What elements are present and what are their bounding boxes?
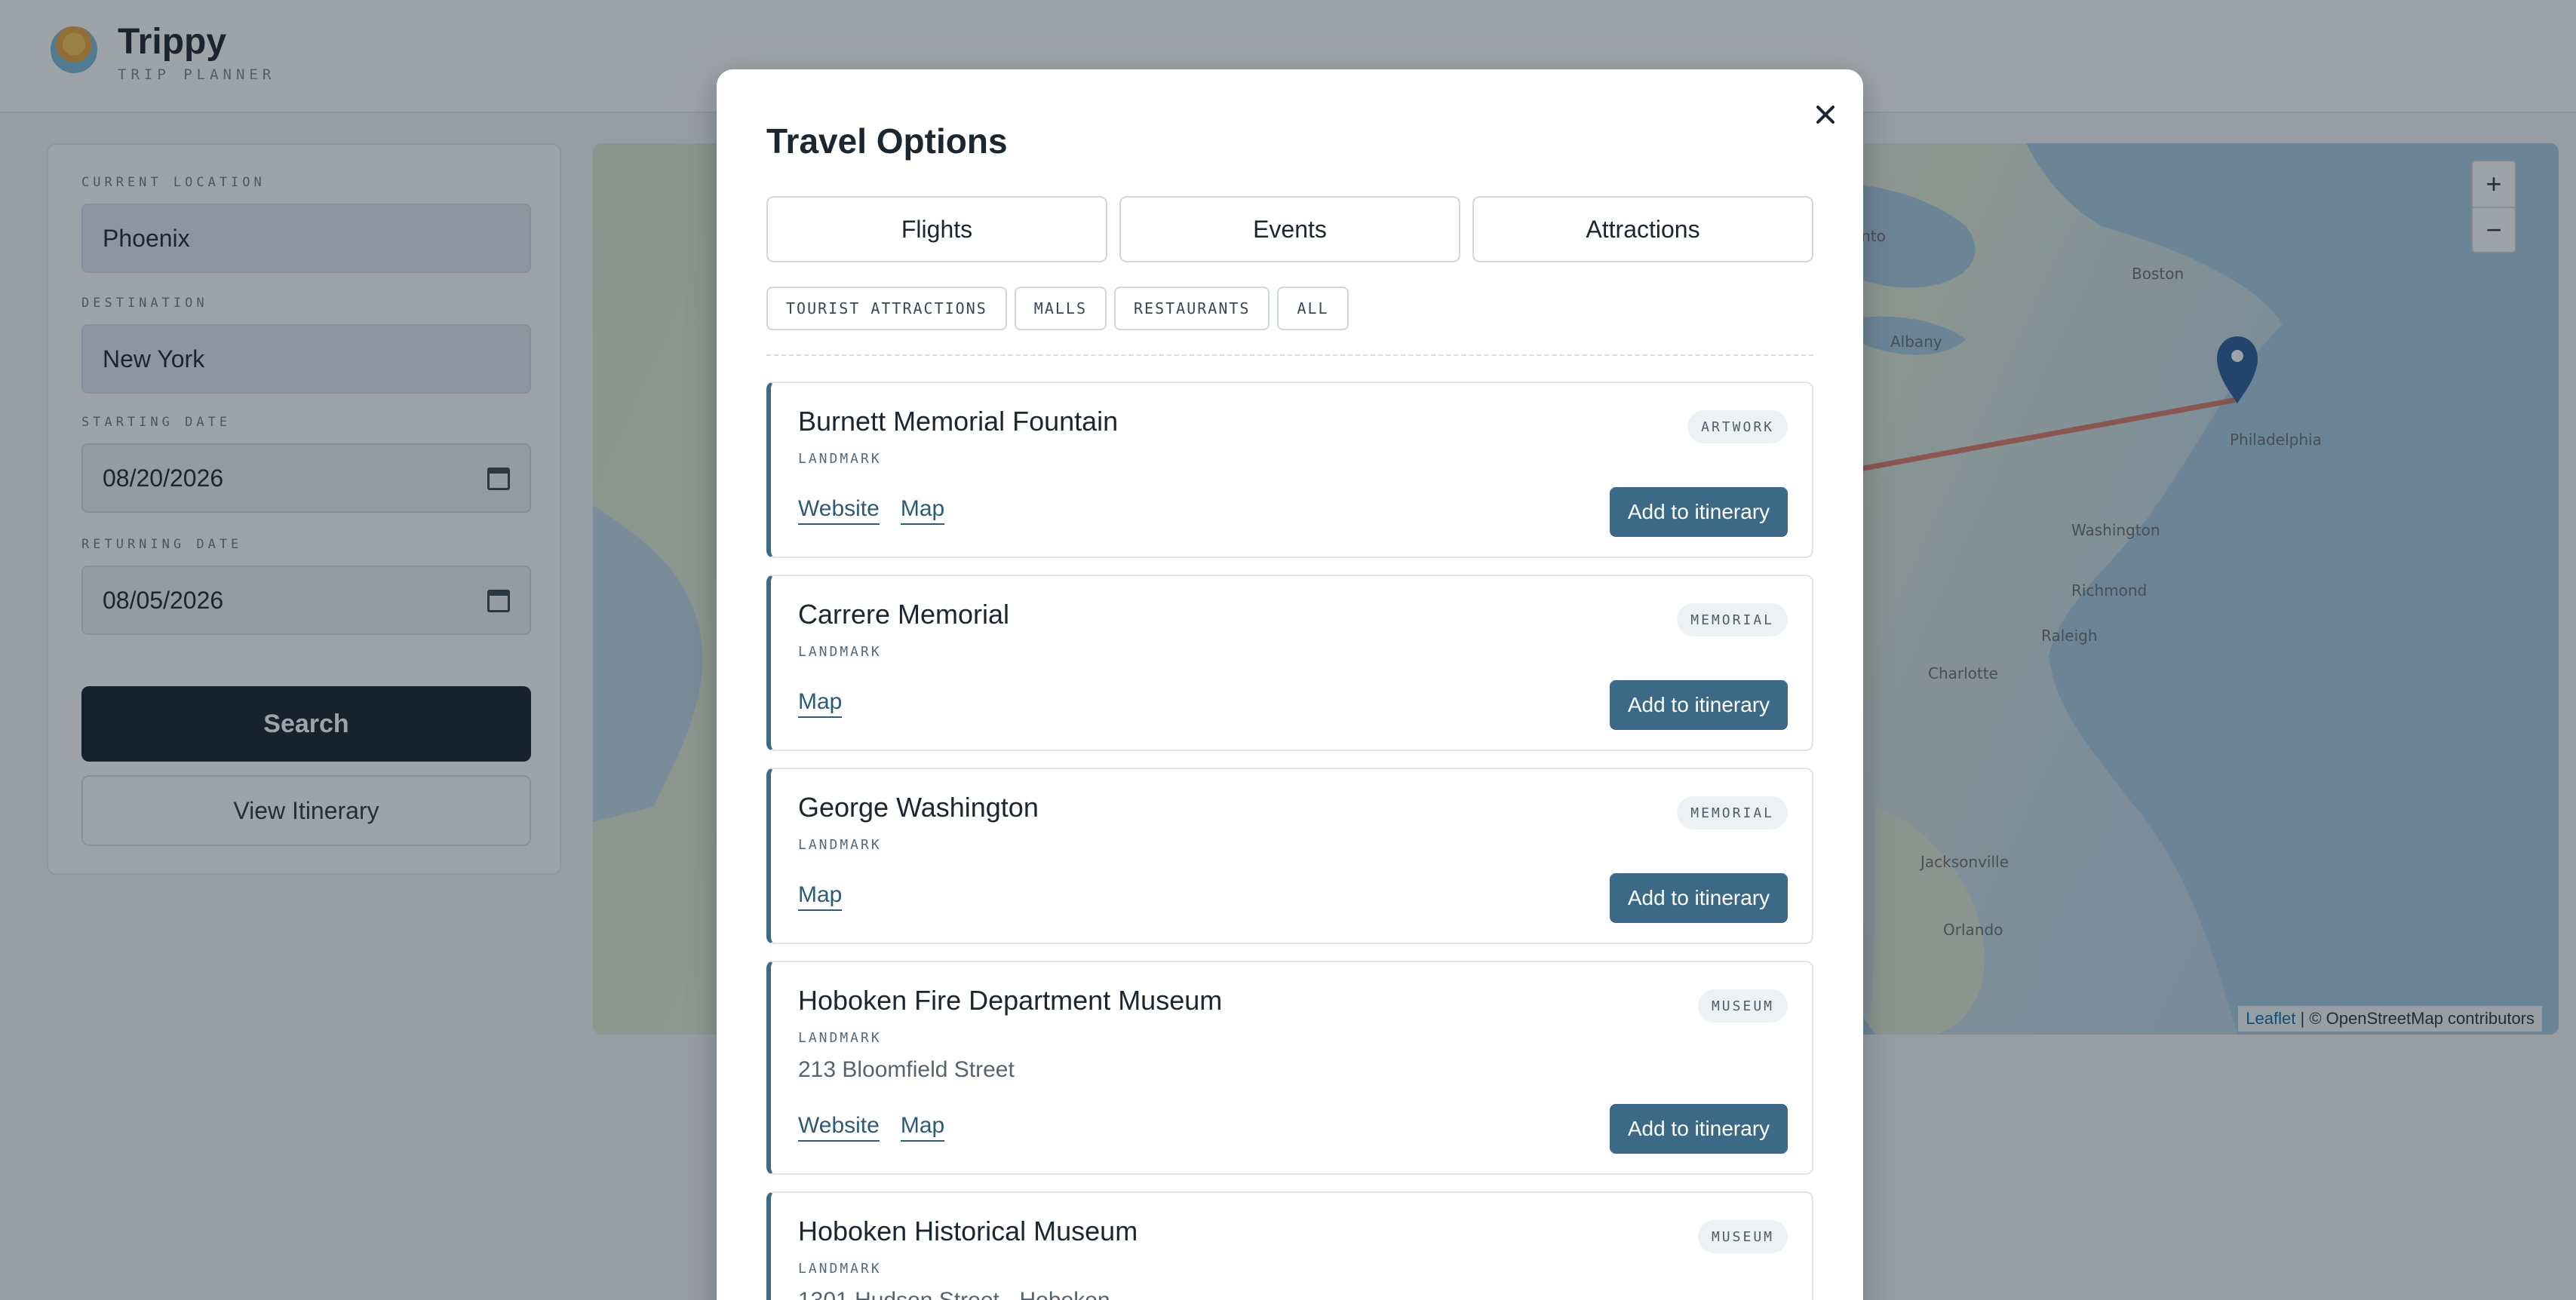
- attraction-category: LANDMARK: [798, 451, 882, 467]
- attraction-card: Carrere Memorial LANDMARK MEMORIAL Map A…: [766, 575, 1813, 751]
- option-tabs: Flights Events Attractions: [766, 196, 1813, 262]
- website-link[interactable]: Website: [798, 1113, 880, 1142]
- attraction-card: Hoboken Historical Museum LANDMARK 1301 …: [766, 1191, 1813, 1300]
- attraction-type-badge: MEMORIAL: [1677, 603, 1788, 636]
- travel-options-modal: Travel Options Flights Events Attraction…: [717, 69, 1863, 1300]
- tab-events[interactable]: Events: [1119, 196, 1460, 262]
- add-to-itinerary-button[interactable]: Add to itinerary: [1610, 487, 1788, 537]
- attraction-title: Hoboken Fire Department Museum: [798, 985, 1223, 1016]
- modal-title: Travel Options: [766, 121, 1008, 161]
- attraction-type-badge: MUSEUM: [1697, 1220, 1788, 1253]
- attraction-title: George Washington: [798, 792, 1039, 823]
- website-link[interactable]: Website: [798, 496, 880, 525]
- add-to-itinerary-button[interactable]: Add to itinerary: [1610, 873, 1788, 923]
- attraction-address: 1301 Hudson Street · Hoboken: [798, 1288, 1110, 1300]
- attraction-card: Burnett Memorial Fountain LANDMARK ARTWO…: [766, 382, 1813, 558]
- attraction-title: Burnett Memorial Fountain: [798, 406, 1119, 437]
- attraction-category: LANDMARK: [798, 1261, 882, 1277]
- attraction-links: Map: [798, 882, 843, 911]
- attraction-type-badge: MUSEUM: [1697, 989, 1788, 1023]
- attraction-card: George Washington LANDMARK MEMORIAL Map …: [766, 768, 1813, 944]
- attraction-links: Map: [798, 689, 843, 718]
- add-to-itinerary-button[interactable]: Add to itinerary: [1610, 1104, 1788, 1154]
- tab-attractions[interactable]: Attractions: [1472, 196, 1813, 262]
- filter-restaurants[interactable]: RESTAURANTS: [1114, 287, 1270, 330]
- tab-flights[interactable]: Flights: [766, 196, 1107, 262]
- add-to-itinerary-button[interactable]: Add to itinerary: [1610, 680, 1788, 730]
- attraction-category: LANDMARK: [798, 837, 882, 853]
- attraction-links: Website Map: [798, 496, 945, 525]
- map-link[interactable]: Map: [798, 689, 843, 718]
- attraction-address: 213 Bloomfield Street: [798, 1057, 1015, 1082]
- attraction-filters: TOURIST ATTRACTIONS MALLS RESTAURANTS AL…: [766, 287, 1349, 330]
- filter-malls[interactable]: MALLS: [1014, 287, 1107, 330]
- attraction-links: Website Map: [798, 1113, 945, 1142]
- attraction-type-badge: ARTWORK: [1687, 410, 1788, 443]
- map-link[interactable]: Map: [900, 1113, 945, 1142]
- map-link[interactable]: Map: [798, 882, 843, 911]
- attraction-type-badge: MEMORIAL: [1677, 796, 1788, 829]
- attraction-category: LANDMARK: [798, 644, 882, 660]
- map-link[interactable]: Map: [900, 496, 945, 525]
- filter-all[interactable]: ALL: [1277, 287, 1349, 330]
- close-icon[interactable]: [1810, 100, 1841, 130]
- divider: [766, 354, 1813, 356]
- attraction-card: Hoboken Fire Department Museum LANDMARK …: [766, 961, 1813, 1175]
- filter-tourist-attractions[interactable]: TOURIST ATTRACTIONS: [766, 287, 1007, 330]
- attraction-title: Carrere Memorial: [798, 599, 1010, 630]
- attraction-category: LANDMARK: [798, 1030, 882, 1046]
- attraction-title: Hoboken Historical Museum: [798, 1216, 1138, 1246]
